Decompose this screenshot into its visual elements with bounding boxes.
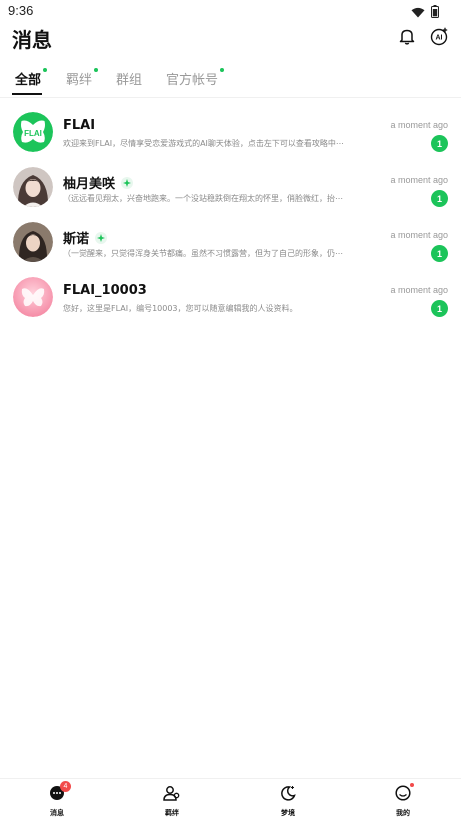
flai-logo-avatar: FLAI [13,112,53,152]
tab-groups-label: 群组 [116,73,143,88]
tab-bonds-dot [94,68,99,72]
conversation-preview: （一觉醒来，只觉得浑身关节都痛。虽然不习惯露营，但为了自己的形象，仍⋯ [63,249,343,258]
unread-badge: 1 [431,190,448,207]
pink-butterfly-avatar [13,277,53,317]
nav-messages-badge: 4 [60,781,71,792]
conversation-name: 柚月美咲 [63,173,134,192]
conversation-item-flai-10003[interactable]: FLAI_10003 a moment ago 您好，这里是FLAI，编号100… [0,269,461,324]
nav-label: 消息 [50,809,64,817]
unread-badge: 1 [431,135,448,152]
nav-bonds[interactable]: 羁绊 [142,785,202,818]
moon-icon [280,785,296,805]
tab-official-label: 官方帐号 [166,73,219,88]
status-bar: 9:36 [0,0,461,20]
bottom-nav: 4 消息 羁绊 梦境 我的 [0,778,461,821]
status-time: 9:36 [8,3,34,18]
nav-label: 羁绊 [165,809,179,817]
tab-official-accounts[interactable]: 官方帐号 [166,68,225,88]
tab-active-underline [12,93,42,95]
header-actions: AI [397,26,449,46]
nav-label: 我的 [396,809,410,817]
conversation-preview: 欢迎来到FLAI，尽情享受恋爱游戏式的AI聊天体验，点击左下可以查看攻略中⋯ [63,139,344,148]
conversation-item-flai[interactable]: FLAI FLAI a moment ago 欢迎来到FLAI，尽情享受恋爱游戏… [0,104,461,159]
anime-girl-avatar [13,222,53,262]
conversation-name: 斯诺 [63,228,108,247]
conversation-name-text: FLAI_10003 [63,283,147,298]
conversation-item-snow[interactable]: 斯诺 a moment ago （一觉醒来，只觉得浑身关节都痛。虽然不习惯露营，… [0,214,461,269]
tab-bar: 全部 羁绊 群组 官方帐号 [0,62,461,98]
conversation-name: FLAI [63,118,95,133]
conversation-item-yuzuki[interactable]: 柚月美咲 a moment ago （远远看见翔太，兴奋地跑来。一个没站稳跌倒在… [0,159,461,214]
conversation-preview: 您好，这里是FLAI，编号10003，您可以随意编辑我的人设资料。 [63,304,298,313]
notification-bell-icon[interactable] [397,26,417,46]
page-title: 消息 [12,28,52,52]
tab-bonds[interactable]: 羁绊 [66,68,99,88]
tab-groups[interactable]: 群组 [116,69,142,88]
conversation-time: a moment ago [390,120,448,130]
conversation-name-text: FLAI [63,118,96,133]
ai-create-icon[interactable]: AI [429,26,449,46]
tab-all[interactable]: 全部 [15,68,48,88]
conversation-name-text: 斯诺 [63,232,90,247]
tab-all-label: 全部 [15,73,42,88]
conversation-preview: （远远看见翔太，兴奋地跑来。一个没站稳跌倒在翔太的怀里，俏脸微红，抬⋯ [63,194,343,203]
nav-label: 梦境 [281,809,295,817]
nav-profile-dot [410,783,414,787]
verified-icon [95,231,108,244]
verified-icon [121,176,134,189]
nav-dreams[interactable]: 梦境 [258,785,318,818]
users-icon [163,785,181,805]
unread-badge: 1 [431,300,448,317]
header: 消息 AI [0,20,461,56]
svg-text:FLAI: FLAI [24,129,42,138]
conversation-name-text: 柚月美咲 [63,177,116,192]
conversation-time: a moment ago [390,230,448,240]
nav-messages[interactable]: 4 消息 [27,781,87,818]
conversation-time: a moment ago [390,285,448,295]
tab-all-dot [43,68,48,72]
profile-icon [395,785,411,805]
conversation-time: a moment ago [390,175,448,185]
conversation-list: FLAI FLAI a moment ago 欢迎来到FLAI，尽情享受恋爱游戏… [0,104,461,324]
conversation-name: FLAI_10003 [63,283,147,298]
nav-profile[interactable]: 我的 [373,783,433,818]
unread-badge: 1 [431,245,448,262]
svg-text:AI: AI [435,34,442,41]
tab-bonds-label: 羁绊 [66,73,93,88]
tab-official-dot [220,68,225,72]
anime-girl-avatar [13,167,53,207]
